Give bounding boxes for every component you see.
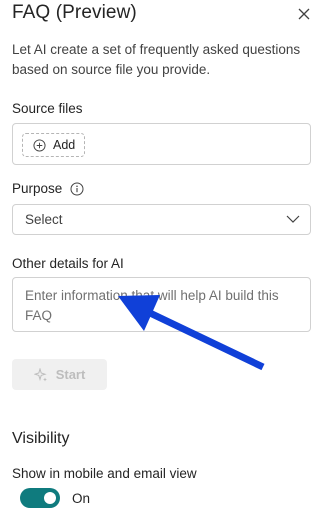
close-button[interactable] bbox=[294, 4, 314, 24]
source-files-box: Add bbox=[12, 123, 311, 165]
close-icon bbox=[298, 8, 310, 20]
other-details-input[interactable]: Enter information that will help AI buil… bbox=[12, 277, 311, 332]
add-source-button[interactable]: Add bbox=[22, 133, 85, 157]
purpose-select[interactable]: Select bbox=[12, 204, 311, 235]
source-files-label: Source files bbox=[12, 101, 83, 116]
panel-description: Let AI create a set of frequently asked … bbox=[12, 42, 301, 77]
purpose-select-value: Select bbox=[25, 212, 63, 227]
purpose-label: Purpose bbox=[12, 181, 63, 196]
sparkle-icon bbox=[33, 367, 47, 381]
plus-circle-icon bbox=[33, 138, 46, 152]
start-button-label: Start bbox=[55, 367, 86, 382]
visibility-heading: Visibility bbox=[12, 430, 70, 447]
mobile-email-view-label: Show in mobile and email view bbox=[12, 466, 197, 481]
faq-panel: FAQ (Preview) Let AI create a set of fre… bbox=[0, 0, 328, 518]
other-details-placeholder: Enter information that will help AI buil… bbox=[25, 288, 279, 323]
visibility-toggle-row: On bbox=[20, 488, 90, 508]
add-source-label: Add bbox=[53, 138, 76, 152]
info-icon[interactable] bbox=[70, 182, 84, 196]
start-button[interactable]: Start bbox=[12, 359, 107, 390]
toggle-knob bbox=[44, 492, 56, 504]
other-details-label: Other details for AI bbox=[12, 256, 124, 271]
panel-title: FAQ (Preview) bbox=[12, 2, 137, 23]
mobile-email-view-toggle[interactable] bbox=[20, 488, 60, 508]
chevron-down-icon bbox=[286, 215, 300, 223]
toggle-state-label: On bbox=[72, 490, 91, 506]
